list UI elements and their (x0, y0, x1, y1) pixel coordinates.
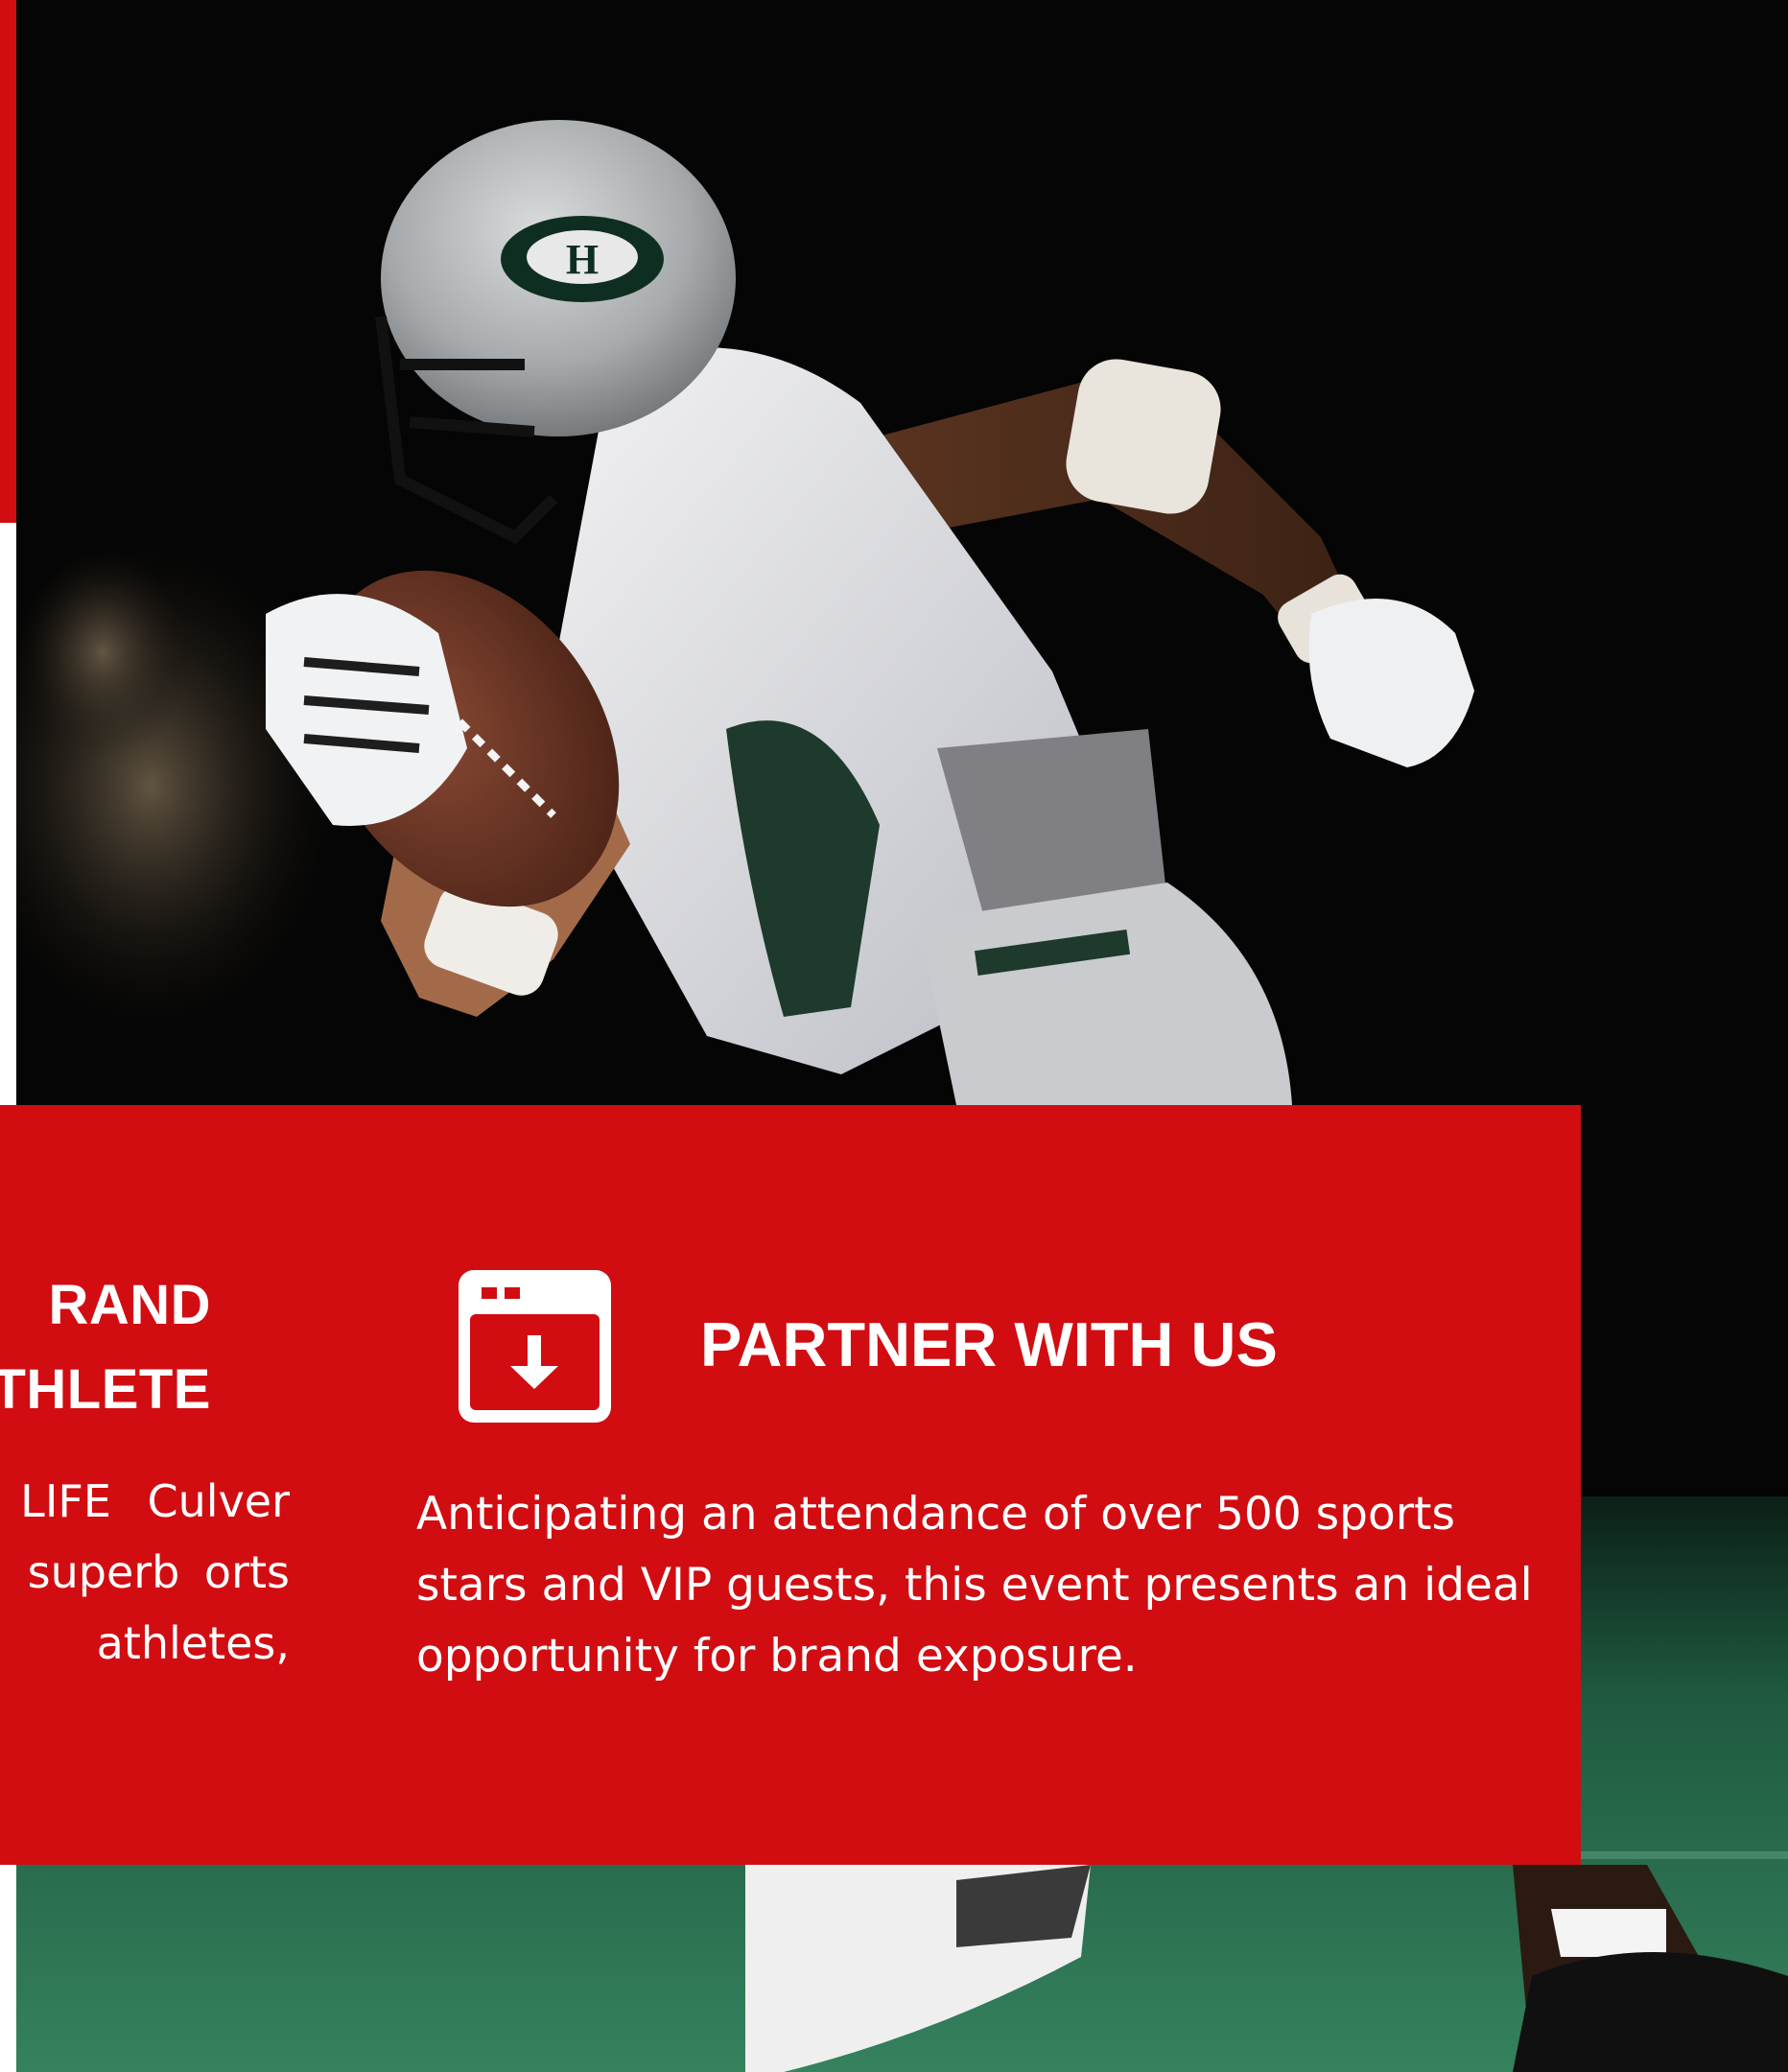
info-panel: RAND THLETE ne LUX LIFE Culver City, r a… (0, 1105, 1581, 1865)
brand-title: RAND THLETE (0, 1274, 211, 1421)
helmet-logo: H (566, 236, 599, 283)
brand-column: RAND THLETE ne LUX LIFE Culver City, r a… (0, 1105, 290, 1865)
partner-title: PARTNER WITH US (700, 1309, 1278, 1379)
partner-column: PARTNER WITH US Anticipating an attendan… (416, 1105, 1567, 1865)
partner-description: Anticipating an attendance of over 500 s… (416, 1488, 1533, 1683)
brand-description: ne LUX LIFE Culver City, r a superb orts… (0, 1475, 290, 1669)
page: H RAND THLETE ne LUX LIFE Culver City, r… (0, 0, 1788, 2072)
accent-bar (0, 0, 16, 523)
calendar-download-icon (459, 1270, 611, 1423)
